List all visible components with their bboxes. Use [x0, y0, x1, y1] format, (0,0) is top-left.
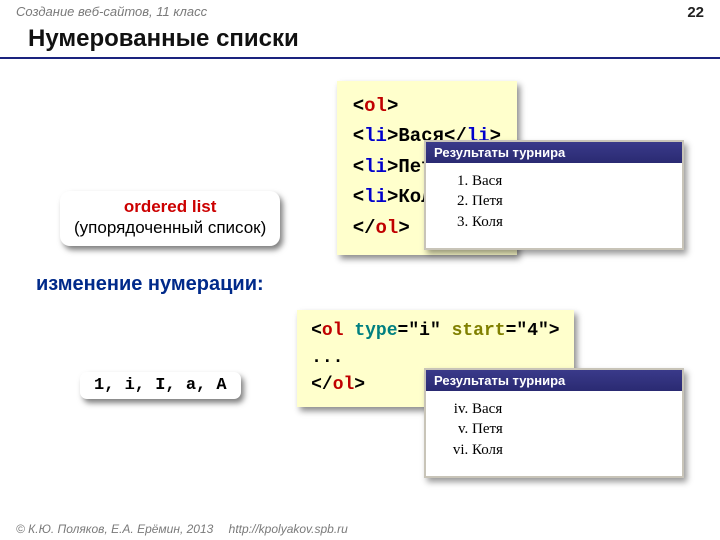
attr-type-val: "i": [408, 321, 440, 341]
tag-ol2-open: ol: [322, 321, 344, 341]
tag-ol2-close: ol: [333, 375, 355, 395]
callout-line2: (упорядоченный список): [74, 218, 266, 238]
browser-body-2: Вася Петя Коля: [426, 391, 682, 476]
code2-body: ...: [311, 348, 343, 368]
footer-copyright: © К.Ю. Поляков, Е.А. Ерёмин, 2013: [16, 522, 213, 536]
tag-li: li: [364, 125, 387, 147]
list-item: Петя: [472, 191, 672, 211]
attr-start: start: [452, 321, 506, 341]
browser-window-1: Результаты турнира Вася Петя Коля: [424, 140, 684, 250]
attr-type: type: [354, 321, 397, 341]
browser-window-2: Результаты турнира Вася Петя Коля: [424, 368, 684, 478]
list-item: Коля: [472, 212, 672, 232]
callout-bubble: ordered list (упорядоченный список): [60, 191, 280, 246]
list-item: Вася: [472, 171, 672, 191]
browser-title-2: Результаты турнира: [426, 370, 682, 391]
tag-li: li: [364, 156, 387, 178]
browser-title-1: Результаты турнира: [426, 142, 682, 163]
list-item: Вася: [472, 399, 672, 419]
course-label: Создание веб-сайтов, 11 класс: [16, 4, 207, 21]
page-number: 22: [687, 4, 704, 21]
page-title: Нумерованные списки: [0, 23, 720, 59]
callout-line1: ordered list: [74, 197, 266, 217]
footer-url: http://kpolyakov.spb.ru: [229, 522, 348, 536]
tag-li: li: [364, 186, 387, 208]
list-item: Коля: [472, 440, 672, 460]
type-options-pill: 1, i, I, a, A: [80, 372, 241, 399]
browser-body-1: Вася Петя Коля: [426, 163, 682, 248]
subheading: изменение нумерации:: [36, 273, 720, 296]
footer: © К.Ю. Поляков, Е.А. Ерёмин, 2013 http:/…: [16, 522, 348, 536]
top-bar: Создание веб-сайтов, 11 класс 22: [0, 0, 720, 23]
attr-start-val: "4": [516, 321, 548, 341]
tag-ol-open: ol: [364, 95, 387, 117]
list-item: Петя: [472, 419, 672, 439]
tag-ol-close: ol: [376, 217, 399, 239]
